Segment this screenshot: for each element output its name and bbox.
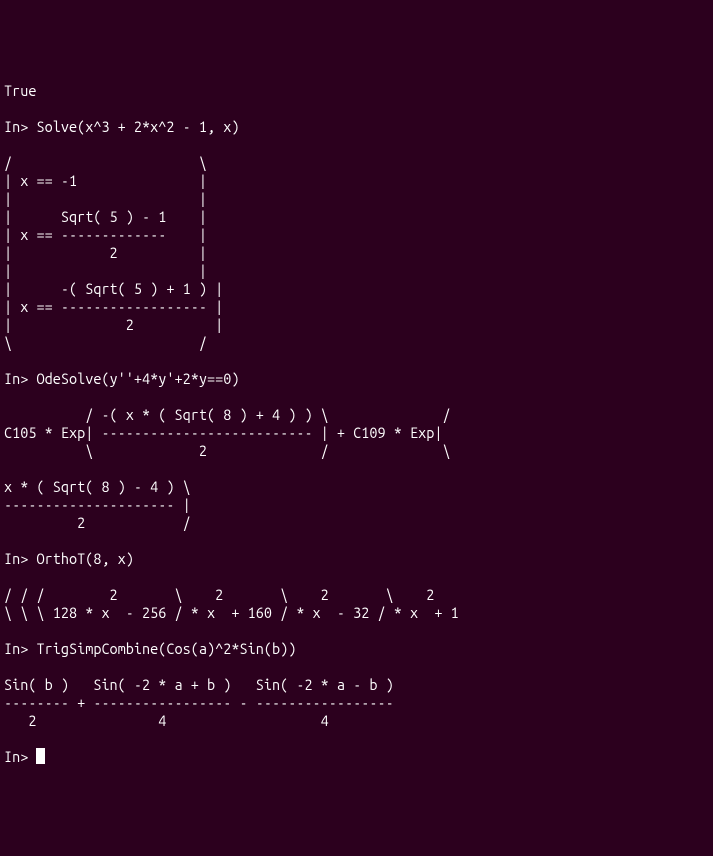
terminal-line: \ \ \ 128 * x - 256 / * x + 160 / * x - … [4, 604, 709, 622]
terminal-line: -------- + ----------------- - ---------… [4, 694, 709, 712]
terminal-line [4, 532, 709, 550]
terminal-line [4, 730, 709, 748]
terminal-line [4, 568, 709, 586]
terminal-line: | 2 | [4, 316, 709, 334]
terminal-line [4, 658, 709, 676]
terminal-line: In> TrigSimpCombine(Cos(a)^2*Sin(b)) [4, 640, 709, 658]
prompt-text: In> [4, 748, 36, 765]
terminal-line [4, 388, 709, 406]
terminal-line: --------------------- | [4, 496, 709, 514]
terminal-line: | x == ------------------ | [4, 298, 709, 316]
terminal-line: / -( x * ( Sqrt( 8 ) + 4 ) ) \ / [4, 406, 709, 424]
terminal-line [4, 352, 709, 370]
terminal-line: Sin( b ) Sin( -2 * a + b ) Sin( -2 * a -… [4, 676, 709, 694]
terminal-line: / / / 2 \ 2 \ 2 \ 2 [4, 586, 709, 604]
terminal-line: 2 / [4, 514, 709, 532]
terminal-line: / \ [4, 154, 709, 172]
terminal-line: | Sqrt( 5 ) - 1 | [4, 208, 709, 226]
terminal-line: In> Solve(x^3 + 2*x^2 - 1, x) [4, 118, 709, 136]
terminal-line [4, 622, 709, 640]
terminal-output: True In> Solve(x^3 + 2*x^2 - 1, x) / \| … [4, 82, 709, 748]
terminal-line: In> OrthoT(8, x) [4, 550, 709, 568]
terminal-line: \ 2 / \ [4, 442, 709, 460]
terminal-line: \ / [4, 334, 709, 352]
terminal-line: | -( Sqrt( 5 ) + 1 ) | [4, 280, 709, 298]
terminal-line: | 2 | [4, 244, 709, 262]
terminal-line: True [4, 82, 709, 100]
terminal-prompt-line[interactable]: In> [4, 748, 709, 766]
terminal-line: | x == ------------- | [4, 226, 709, 244]
cursor [36, 748, 45, 764]
terminal-line: | | [4, 262, 709, 280]
terminal-line: | | [4, 190, 709, 208]
terminal-line [4, 460, 709, 478]
terminal-line: x * ( Sqrt( 8 ) - 4 ) \ [4, 478, 709, 496]
terminal-line [4, 100, 709, 118]
terminal-line: C105 * Exp| -------------------------- |… [4, 424, 709, 442]
terminal-line: | x == -1 | [4, 172, 709, 190]
terminal-line: In> OdeSolve(y''+4*y'+2*y==0) [4, 370, 709, 388]
terminal-line [4, 136, 709, 154]
